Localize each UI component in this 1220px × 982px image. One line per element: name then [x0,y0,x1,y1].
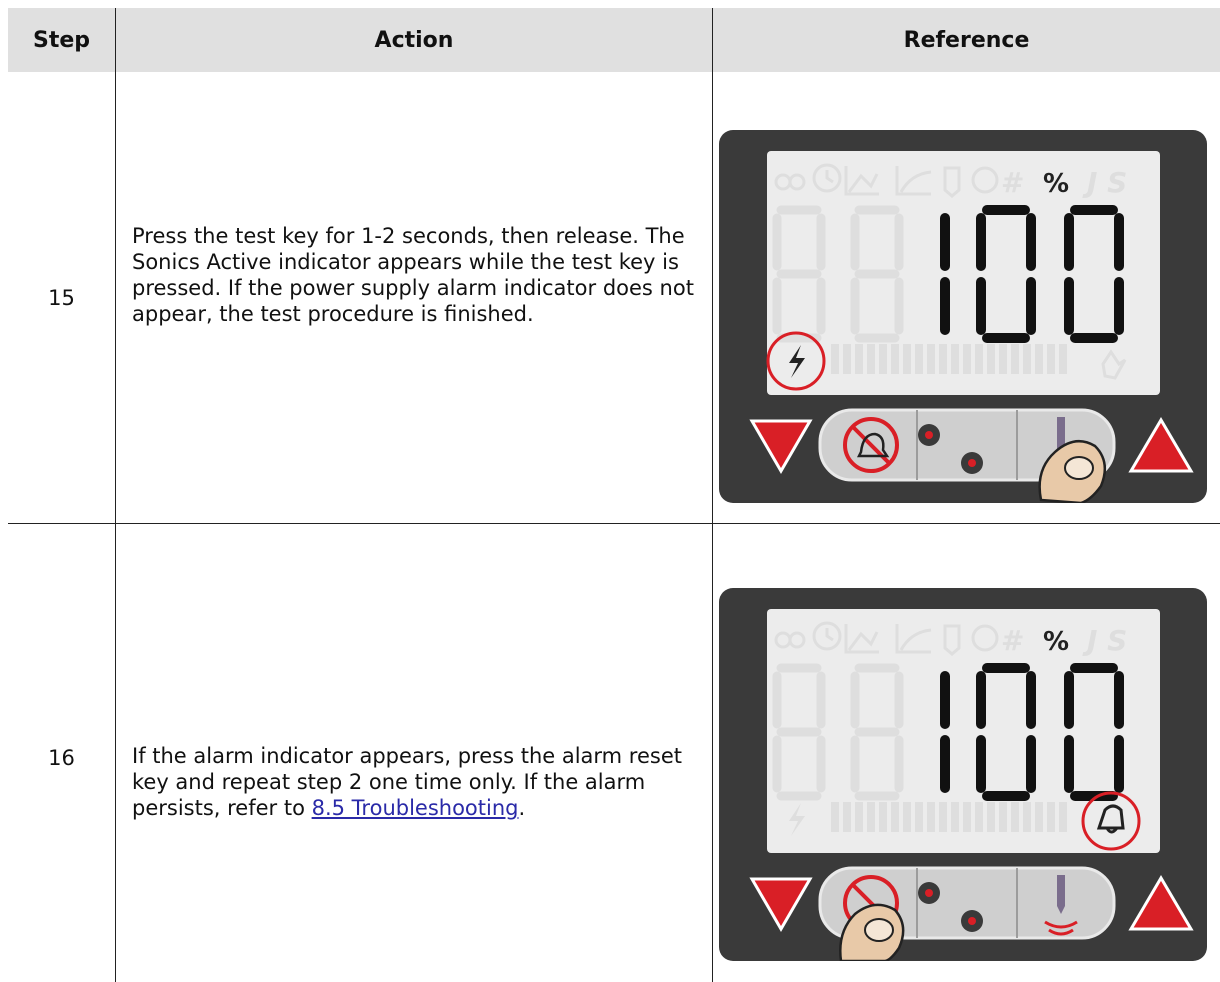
svg-text:J S: J S [1082,166,1127,199]
probe-icon [1057,875,1065,914]
controller-display-panel: # % J S [719,588,1207,961]
controller-display-panel: # % J S [719,130,1207,503]
action-text: Press the test key for 1-2 seconds, then… [132,224,694,326]
column-divider-step [115,8,116,982]
svg-text:#: # [1001,624,1024,657]
step-number: 16 [48,746,75,770]
percent-symbol: % [1043,169,1069,199]
step-number: 15 [48,286,75,310]
column-divider-reference [712,8,713,982]
percent-symbol: % [1043,627,1069,657]
action-text-part: . [518,796,526,820]
action-text: If the alarm indicator appears, press th… [132,743,704,821]
header-action: Action [374,27,454,53]
header-step: Step [32,27,91,53]
svg-text:#: # [1001,166,1024,199]
row-divider [8,523,1220,524]
header-reference: Reference [903,27,1030,53]
troubleshooting-link[interactable]: 8.5 Troubleshooting [312,796,519,820]
svg-text:J S: J S [1082,624,1127,657]
